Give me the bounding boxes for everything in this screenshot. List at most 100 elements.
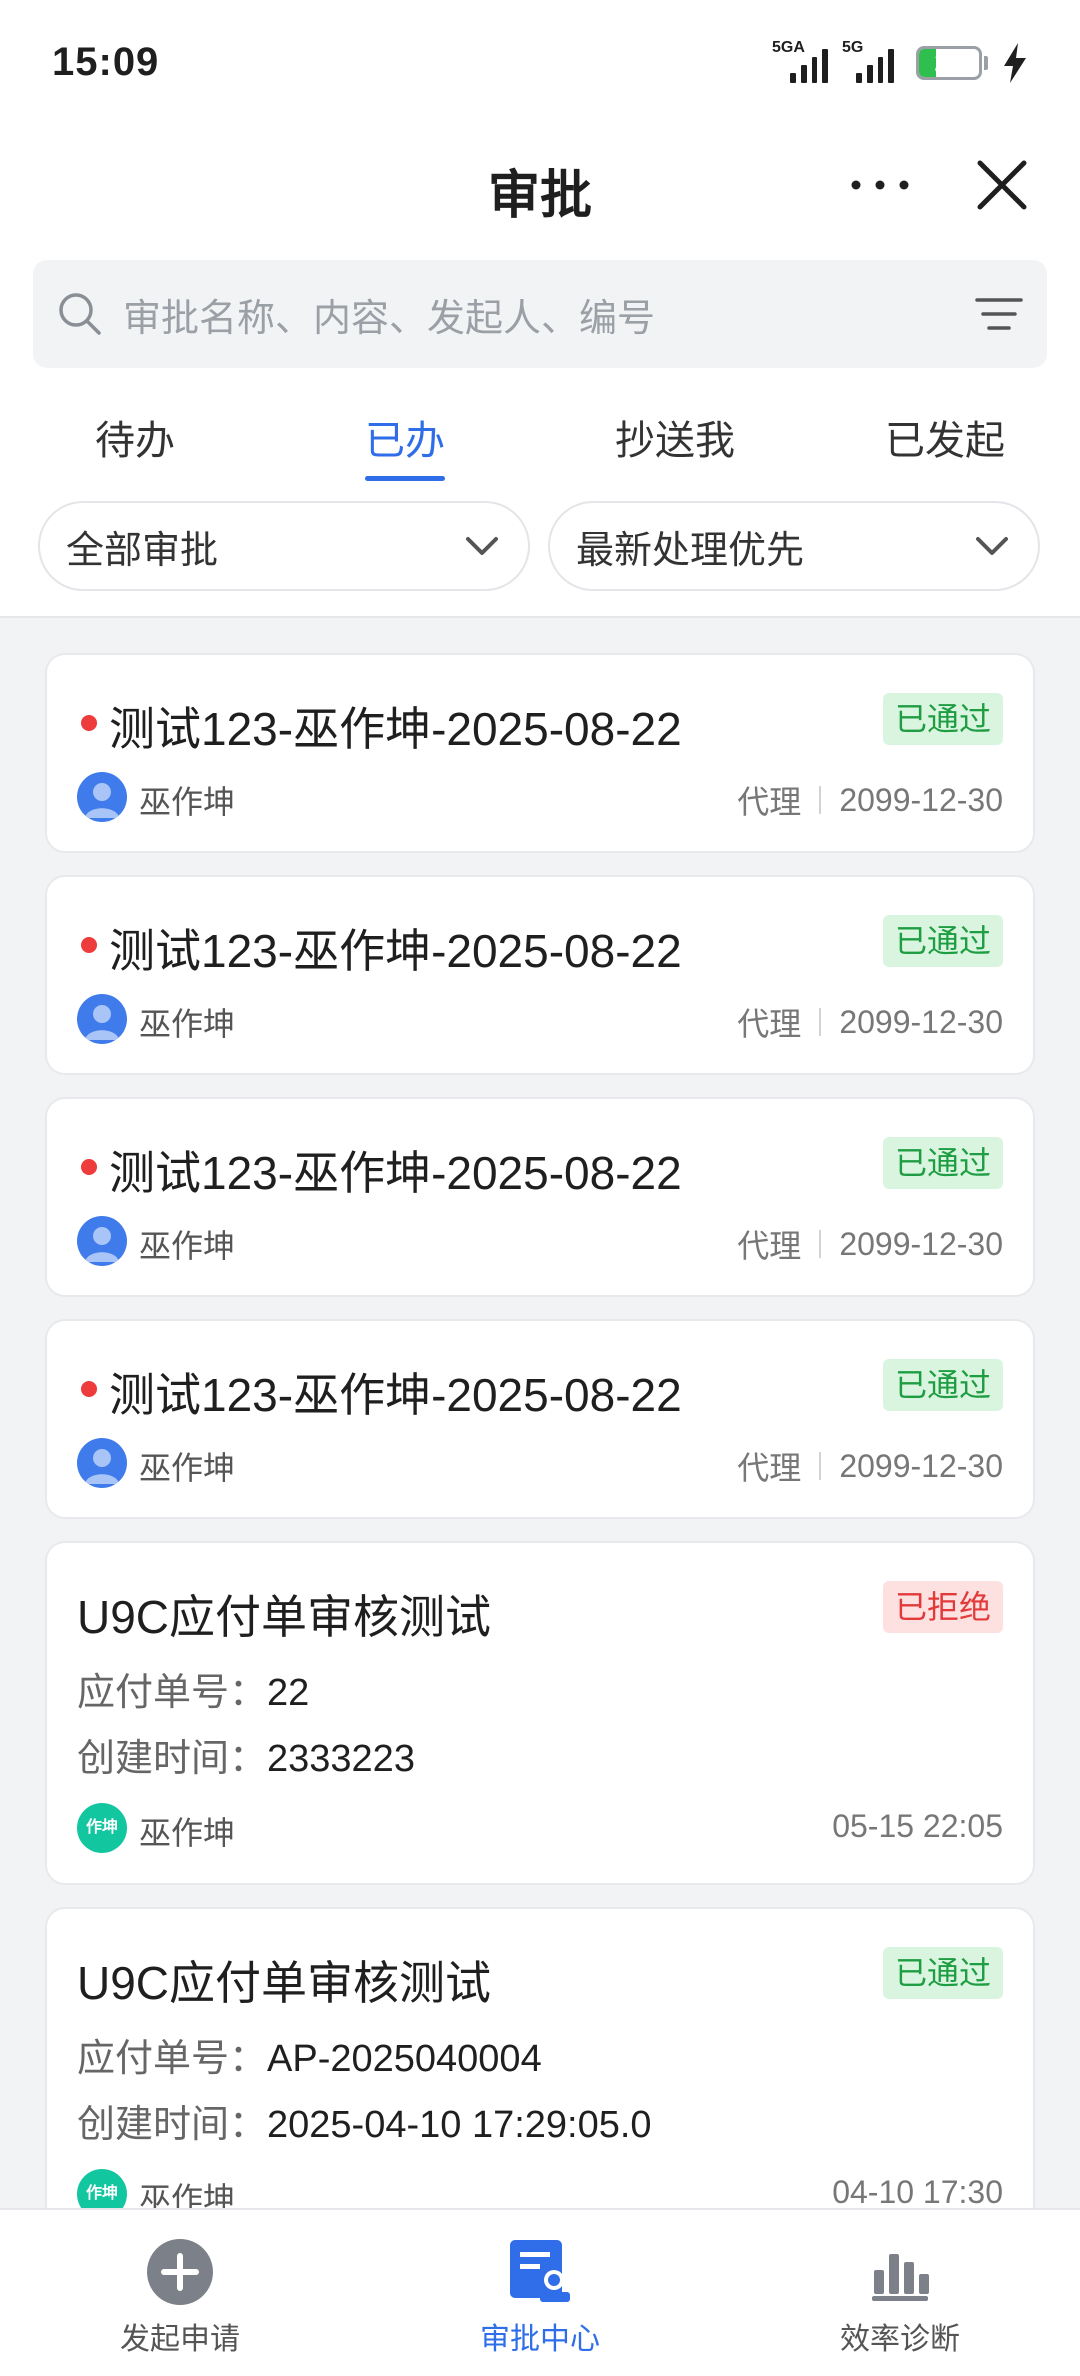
unread-dot: [81, 1381, 97, 1397]
signal-5ga-label: 5GA: [772, 38, 805, 56]
created-time-field: 创建时间：2025-04-10 17:29:05.0: [77, 2093, 652, 2148]
user-icon: [85, 1449, 119, 1484]
filter-icon[interactable]: [973, 288, 1025, 340]
approval-title: U9C应付单审核测试: [77, 1957, 492, 2009]
divider: [819, 1230, 822, 1258]
tab-cc-me[interactable]: 抄送我: [615, 408, 735, 466]
unread-dot: [81, 715, 97, 731]
avatar: [77, 772, 127, 822]
payable-number-field: 应付单号：22: [77, 1661, 309, 1716]
card-date: 2099-12-30: [839, 781, 1003, 818]
status-badge: 已通过: [882, 693, 1003, 745]
more-icon[interactable]: [848, 165, 912, 205]
filter-row: 全部审批 最新处理优先: [0, 493, 1080, 618]
approval-card[interactable]: U9C应付单审核测试 已通过 应付单号：AP-2025040004 创建时间：2…: [45, 1907, 1035, 2251]
bar-chart-icon: [872, 2254, 929, 2301]
card-meta: 代理 2099-12-30: [737, 999, 1003, 1045]
add-icon: [147, 2239, 213, 2305]
user-icon: [85, 1005, 119, 1040]
sort-dropdown-value: 最新处理优先: [576, 529, 805, 572]
field-label: 创建时间：: [77, 1738, 268, 1780]
nav-start-request[interactable]: 发起申请: [60, 2236, 300, 2358]
approval-card[interactable]: 测试123-巫作坤-2025-08-22 已通过 巫作坤 代理 2099-12-…: [45, 1319, 1035, 1519]
card-date: 2099-12-30: [839, 1447, 1003, 1484]
field-value: 22: [267, 1672, 310, 1714]
card-meta: 代理 2099-12-30: [737, 1443, 1003, 1489]
proxy-tag: 代理: [737, 1228, 802, 1264]
approval-list: 测试123-巫作坤-2025-08-22 已通过 巫作坤 代理 2099-12-…: [45, 653, 1035, 2273]
approval-card[interactable]: 测试123-巫作坤-2025-08-22 已通过 巫作坤 代理 2099-12-…: [45, 875, 1035, 1075]
approval-title: 测试123-巫作坤-2025-08-22: [109, 925, 682, 977]
card-meta: 代理 2099-12-30: [737, 777, 1003, 823]
nav-approval-center[interactable]: 审批中心: [420, 2236, 660, 2358]
unread-dot: [81, 937, 97, 953]
proxy-tag: 代理: [737, 784, 802, 820]
field-value: AP-2025040004: [267, 2038, 542, 2080]
approval-center-icon: [510, 2240, 570, 2302]
approval-card[interactable]: U9C应付单审核测试 已拒绝 应付单号：22 创建时间：2333223 作坤 巫…: [45, 1541, 1035, 1885]
page-title: 审批: [487, 167, 592, 225]
tab-done[interactable]: 已办: [365, 408, 445, 466]
card-time: 04-10 17:30: [832, 2174, 1003, 2210]
field-label: 应付单号：: [77, 1672, 268, 1714]
approval-title: U9C应付单审核测试: [77, 1591, 492, 1643]
avatar: 作坤: [77, 1803, 127, 1853]
divider: [819, 786, 822, 814]
search-input[interactable]: 审批名称、内容、发起人、编号: [33, 260, 1047, 368]
approval-title: 测试123-巫作坤-2025-08-22: [109, 703, 682, 755]
card-date: 2099-12-30: [839, 1225, 1003, 1262]
signal-5g-icon: 5G: [842, 39, 894, 83]
approval-card[interactable]: 测试123-巫作坤-2025-08-22 已通过 巫作坤 代理 2099-12-…: [45, 653, 1035, 853]
divider: [819, 1008, 822, 1036]
card-meta: 代理 2099-12-30: [737, 1221, 1003, 1267]
status-bar: 15:09 5GA 5G 22: [0, 0, 1080, 125]
applicant-name: 巫作坤: [139, 1006, 236, 1042]
approval-card[interactable]: 测试123-巫作坤-2025-08-22 已通过 巫作坤 代理 2099-12-…: [45, 1097, 1035, 1297]
battery-tip: [984, 55, 988, 70]
active-tab-indicator: [365, 476, 445, 481]
status-badge: 已通过: [882, 1947, 1003, 1999]
bottom-nav: 发起申请 审批中心 效率诊断: [0, 2208, 1080, 2376]
tab-bar: 待办 已办 抄送我 已发起: [0, 368, 1080, 493]
field-label: 应付单号：: [77, 2038, 268, 2080]
header: 审批: [0, 125, 1080, 260]
signal-5ga-icon: 5GA: [772, 39, 828, 83]
nav-label: 发起申请: [120, 2323, 240, 2356]
signal-5g-label: 5G: [842, 38, 864, 56]
battery-level: 22: [934, 47, 964, 77]
applicant-name: 巫作坤: [139, 1228, 236, 1264]
search-icon: [59, 293, 101, 335]
card-meta: 05-15 22:05: [832, 1808, 1003, 1845]
applicant-name: 巫作坤: [139, 1450, 236, 1486]
approval-title: 测试123-巫作坤-2025-08-22: [109, 1147, 682, 1199]
status-icons: 5GA 5G 22: [772, 39, 1028, 83]
field-value: 2025-04-10 17:29:05.0: [267, 2104, 652, 2146]
status-time: 15:09: [52, 40, 160, 84]
status-badge: 已拒绝: [882, 1581, 1003, 1633]
status-badge: 已通过: [882, 915, 1003, 967]
avatar: [77, 1216, 127, 1266]
proxy-tag: 代理: [737, 1006, 802, 1042]
applicant-name: 巫作坤: [139, 1815, 236, 1851]
nav-efficiency[interactable]: 效率诊断: [780, 2236, 1020, 2358]
status-badge: 已通过: [882, 1137, 1003, 1189]
status-badge: 已通过: [882, 1359, 1003, 1411]
avatar: [77, 994, 127, 1044]
charging-icon: [1004, 42, 1026, 83]
card-date: 2099-12-30: [839, 1003, 1003, 1040]
chevron-down-icon: [466, 537, 498, 555]
close-icon[interactable]: [972, 155, 1032, 215]
approval-title: 测试123-巫作坤-2025-08-22: [109, 1369, 682, 1421]
chevron-down-icon: [976, 537, 1008, 555]
card-time: 05-15 22:05: [832, 1808, 1003, 1844]
tab-initiated[interactable]: 已发起: [885, 408, 1005, 466]
scope-dropdown[interactable]: 全部审批: [38, 501, 530, 591]
field-value: 2333223: [267, 1738, 415, 1780]
battery-icon: 22: [916, 45, 982, 80]
divider: [819, 1452, 822, 1480]
sort-dropdown[interactable]: 最新处理优先: [548, 501, 1040, 591]
tab-todo[interactable]: 待办: [95, 408, 175, 466]
search-placeholder: 审批名称、内容、发起人、编号: [123, 297, 656, 340]
unread-dot: [81, 1159, 97, 1175]
user-icon: [85, 783, 119, 818]
